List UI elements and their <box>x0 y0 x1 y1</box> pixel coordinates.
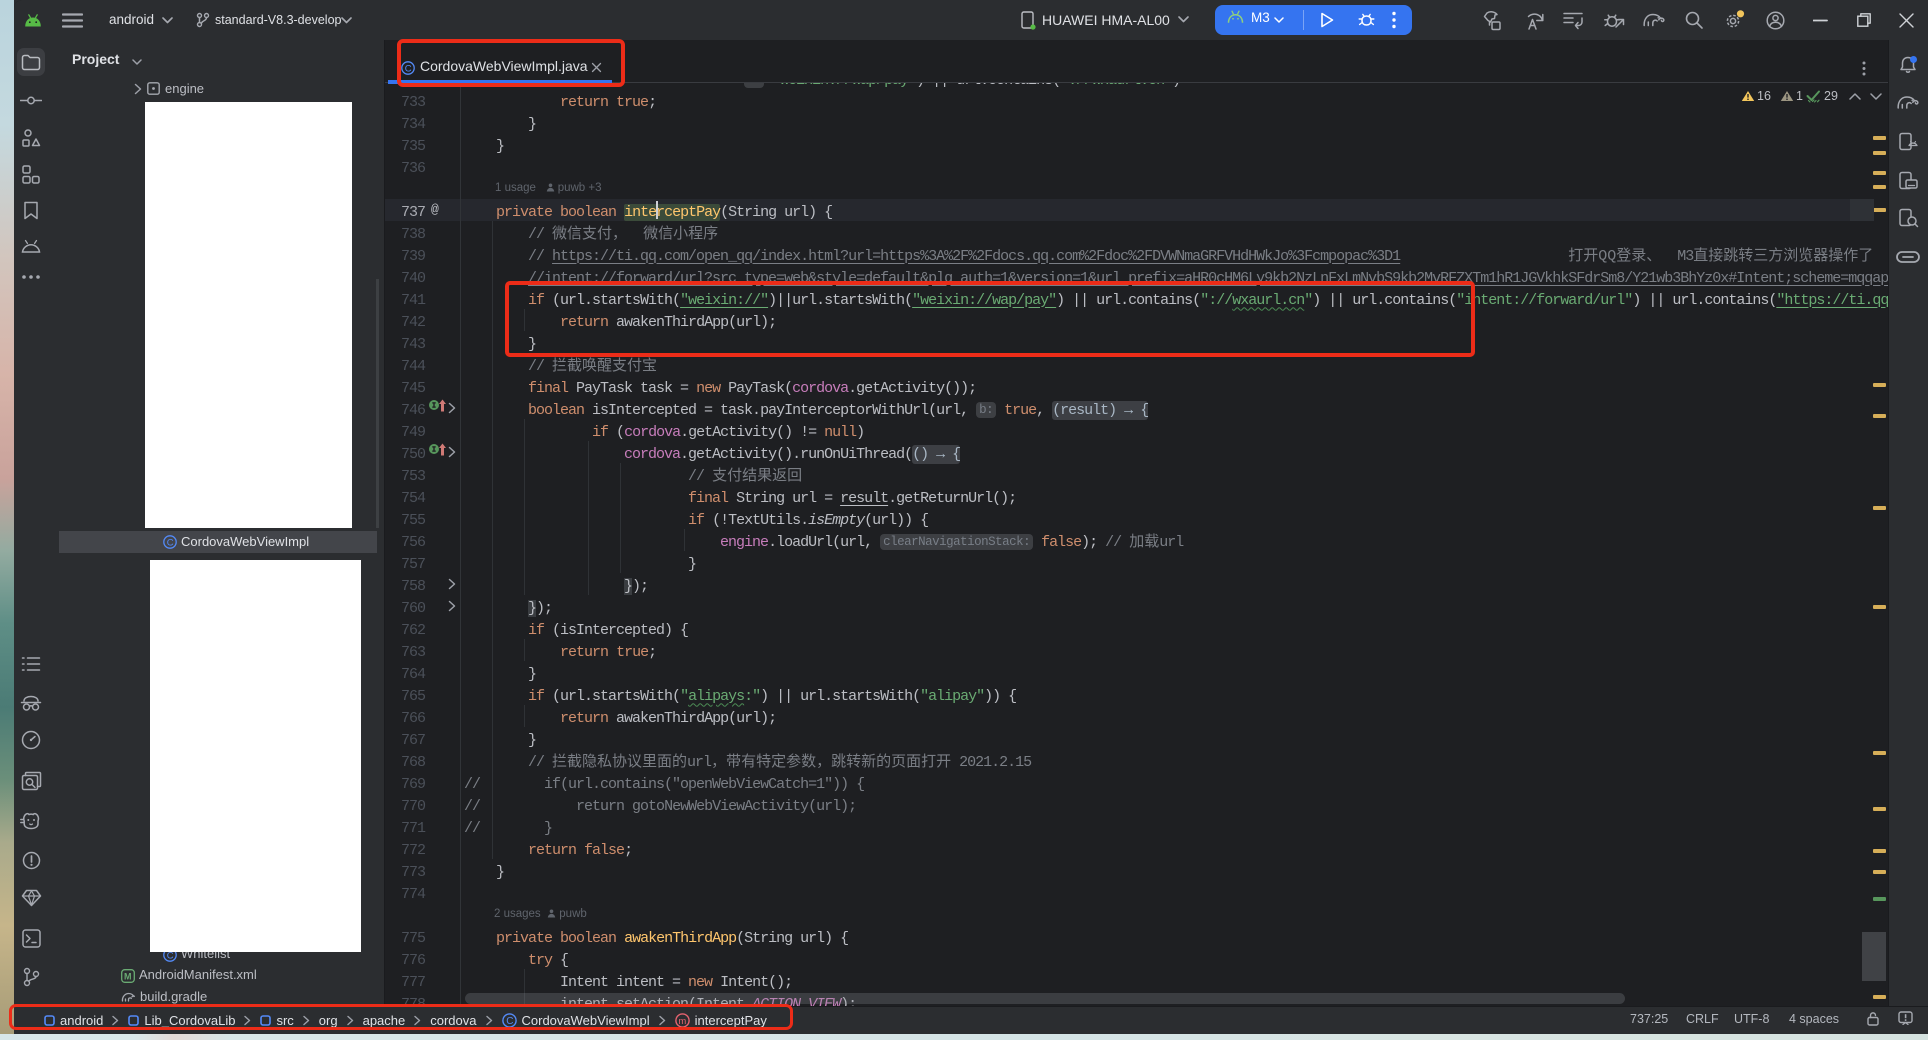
svg-text:M: M <box>124 972 132 982</box>
svg-text:C: C <box>167 537 174 548</box>
svg-text:C: C <box>167 950 174 961</box>
